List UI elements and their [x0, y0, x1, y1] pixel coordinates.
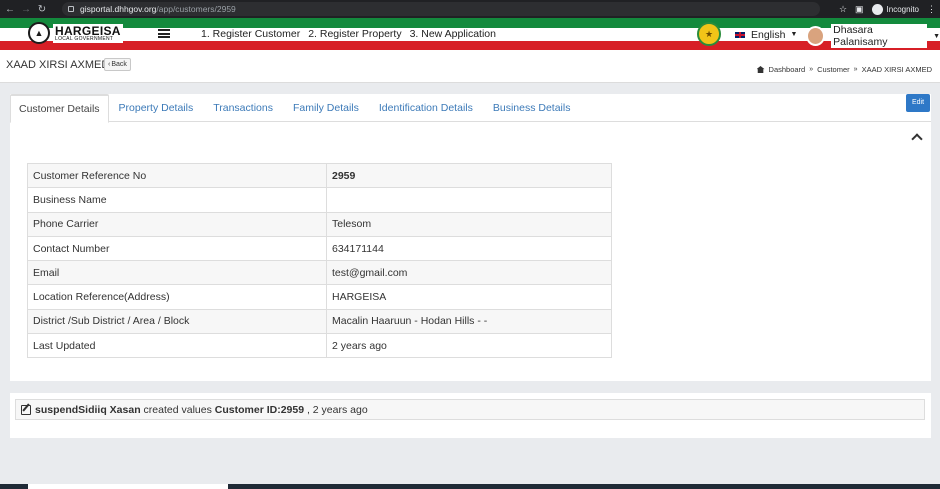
- customer-card: Customer Details Property Details Transa…: [10, 94, 931, 381]
- language-selector[interactable]: English ▼: [734, 28, 798, 41]
- activity-time: , 2 years ago: [306, 403, 368, 416]
- tab-transactions[interactable]: Transactions: [203, 94, 283, 122]
- hamburger-menu-icon[interactable]: [158, 29, 170, 38]
- table-row: Last Updated 2 years ago: [27, 333, 612, 359]
- menu-register-customer[interactable]: 1. Register Customer: [201, 28, 300, 41]
- tab-business-details[interactable]: Business Details: [483, 94, 581, 122]
- user-name: Dhasara Palanisamy: [831, 24, 928, 48]
- menu-new-application[interactable]: 3. New Application: [410, 28, 496, 41]
- home-icon: [756, 66, 765, 73]
- table-row: District /Sub District / Area / Block Ma…: [27, 308, 612, 335]
- breadcrumb-dashboard[interactable]: Dashboard: [769, 65, 806, 74]
- detail-value: Telesom: [326, 211, 612, 237]
- lock-icon: [68, 6, 74, 12]
- incognito-icon: [871, 3, 883, 15]
- detail-label: Customer Reference No: [27, 162, 327, 189]
- header-red-stripe: [0, 41, 940, 50]
- menu-register-property[interactable]: 2. Register Property: [308, 28, 401, 41]
- breadcrumb: Dashboard » Customer » XAAD XIRSI AXMED: [756, 65, 932, 74]
- language-label: English: [751, 28, 786, 41]
- detail-label: Phone Carrier: [27, 211, 327, 237]
- customer-details-table: Customer Reference No 2959 Business Name…: [27, 162, 612, 359]
- activity-entry: suspendSidiiq Xasan created values Custo…: [15, 399, 925, 420]
- activity-actor: suspendSidiiq Xasan: [35, 403, 141, 416]
- tab-customer-details[interactable]: Customer Details: [10, 94, 109, 123]
- browser-toolbar: ← → ↻ gisportal.dhhgov.org/app/customers…: [0, 0, 940, 18]
- logo-emblem-icon: ▲: [28, 22, 50, 44]
- logo-title: HARGEISA: [55, 23, 121, 38]
- detail-label: District /Sub District / Area / Block: [27, 308, 327, 335]
- more-options-icon[interactable]: ⋮: [927, 4, 936, 15]
- detail-value: HARGEISA: [326, 284, 612, 310]
- reload-icon[interactable]: ↻: [36, 4, 48, 15]
- detail-value: 634171144: [326, 235, 612, 262]
- user-menu[interactable]: Dhasara Palanisamy ▼: [806, 24, 940, 48]
- app-header: ▲ HARGEISA LOCAL GOVERNMENT 1. Register …: [0, 18, 940, 50]
- activity-action: created values: [143, 403, 212, 416]
- back-label: Back: [111, 61, 127, 68]
- page-title: XAAD XIRSI AXMED: [6, 59, 110, 71]
- top-menu: 1. Register Customer 2. Register Propert…: [201, 28, 496, 41]
- taskbar: [0, 484, 940, 489]
- forward-arrow-icon[interactable]: →: [20, 4, 32, 15]
- address-bar[interactable]: gisportal.dhhgov.org/app/customers/2959: [62, 2, 820, 16]
- tab-identification-details[interactable]: Identification Details: [369, 94, 483, 122]
- logo-subtitle: LOCAL GOVERNMENT: [55, 35, 114, 42]
- breadcrumb-separator: »: [809, 66, 814, 73]
- taskbar-search[interactable]: [28, 484, 228, 489]
- activity-subject: Customer ID:2959: [214, 403, 305, 416]
- detail-value: [326, 187, 612, 213]
- table-row: Business Name: [27, 187, 612, 213]
- detail-label: Business Name: [27, 187, 327, 213]
- star-icon[interactable]: ☆: [839, 4, 847, 15]
- detail-value: test@gmail.com: [326, 260, 612, 286]
- url-host: gisportal.dhhgov.org: [80, 4, 157, 14]
- back-button[interactable]: ‹ Back: [104, 58, 131, 71]
- table-row: Phone Carrier Telesom: [27, 211, 612, 237]
- tab-property-details[interactable]: Property Details: [109, 94, 204, 122]
- detail-label: Location Reference(Address): [27, 284, 327, 310]
- breadcrumb-current: XAAD XIRSI AXMED: [861, 65, 932, 74]
- avatar: [806, 26, 826, 46]
- chevron-left-icon: ‹: [108, 61, 111, 68]
- incognito-indicator[interactable]: Incognito: [871, 3, 919, 15]
- url-path: /app/customers/2959: [156, 4, 236, 14]
- table-row: Customer Reference No 2959: [27, 162, 612, 189]
- site-logo[interactable]: ▲ HARGEISA LOCAL GOVERNMENT: [28, 22, 123, 44]
- side-panel-icon[interactable]: ▣: [855, 4, 864, 15]
- detail-label: Contact Number: [27, 235, 327, 262]
- table-row: Contact Number 634171144: [27, 235, 612, 262]
- back-arrow-icon[interactable]: ←: [4, 4, 16, 15]
- detail-label: Last Updated: [27, 333, 327, 359]
- chevron-up-icon[interactable]: [911, 133, 923, 145]
- page-header: XAAD XIRSI AXMED ‹ Back Dashboard » Cust…: [0, 50, 940, 83]
- breadcrumb-customer[interactable]: Customer: [817, 65, 850, 74]
- detail-value: Macalin Haaruun - Hodan Hills - -: [326, 308, 612, 335]
- edit-icon: [21, 404, 31, 415]
- table-row: Location Reference(Address) HARGEISA: [27, 284, 612, 310]
- edit-button[interactable]: Edit: [906, 94, 930, 112]
- breadcrumb-separator: »: [853, 66, 858, 73]
- caret-down-icon: ▼: [790, 31, 798, 38]
- activity-card: suspendSidiiq Xasan created values Custo…: [10, 393, 931, 438]
- uk-flag-icon: [734, 30, 746, 39]
- incognito-label: Incognito: [886, 4, 919, 14]
- caret-down-icon: ▼: [933, 32, 940, 40]
- detail-value: 2 years ago: [326, 333, 612, 359]
- table-row: Email test@gmail.com: [27, 260, 612, 286]
- government-seal-icon: ★: [697, 22, 721, 46]
- tab-family-details[interactable]: Family Details: [283, 94, 369, 122]
- header-green-stripe: [0, 18, 940, 28]
- detail-value: 2959: [326, 162, 612, 189]
- tab-bar: Customer Details Property Details Transa…: [10, 94, 931, 123]
- detail-label: Email: [27, 260, 327, 286]
